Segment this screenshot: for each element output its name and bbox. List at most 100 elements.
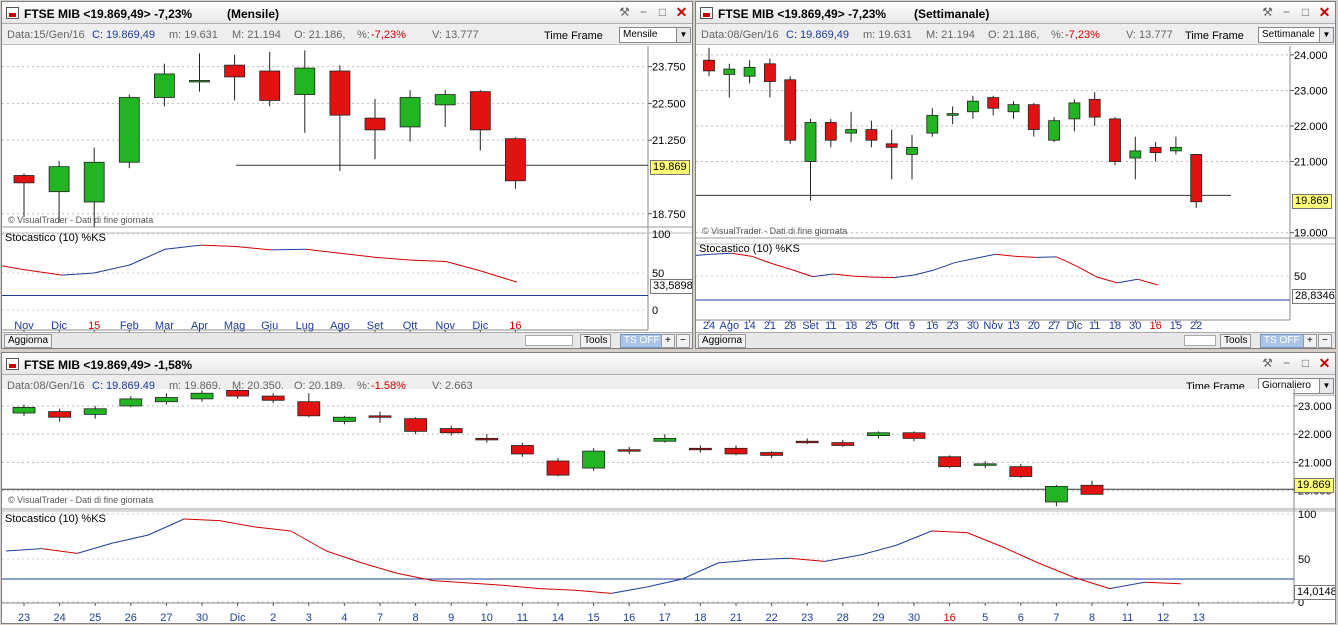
chart-canvas[interactable]: 24.000 23.000 22.000 21.000 19.000 50 24 Ago 14 2… xyxy=(696,2,1336,349)
chart-window-daily[interactable]: FTSE MIB <19.869,49> -1,58% ⚒ − □ ✕ Data… xyxy=(1,352,1336,624)
time-axis-label: 26 xyxy=(125,612,137,624)
time-axis-label: Ott xyxy=(884,320,899,332)
zoom-in-button[interactable]: + xyxy=(661,334,675,348)
candle-body xyxy=(297,401,321,417)
candle-body xyxy=(1048,120,1061,141)
time-axis-label: Lug xyxy=(296,320,314,332)
time-axis-label: 18 xyxy=(845,320,857,332)
time-axis-label: 30 xyxy=(908,612,920,624)
time-axis-label: 22 xyxy=(765,612,777,624)
zoom-out-button[interactable]: − xyxy=(676,334,690,348)
time-axis-label: 22 xyxy=(1190,320,1202,332)
candle-body xyxy=(1080,484,1104,495)
time-axis-label: Dic xyxy=(1066,320,1082,332)
stochastic-line-segment xyxy=(1002,546,1039,564)
stochastic-line-segment xyxy=(375,256,412,261)
time-axis-label: 27 xyxy=(1048,320,1060,332)
candle-body xyxy=(475,438,499,441)
candle-body xyxy=(332,416,356,422)
time-axis-label: 16 xyxy=(509,320,521,332)
horizontal-scrollbar[interactable] xyxy=(1184,335,1216,346)
time-axis-label: 21 xyxy=(730,612,742,624)
time-axis-label: 23 xyxy=(946,320,958,332)
candle-body xyxy=(434,94,456,106)
stochastic-line-segment xyxy=(93,264,131,274)
time-axis-label: 7 xyxy=(1053,612,1059,624)
stochastic-line-segment xyxy=(5,548,42,552)
chart-window-monthly[interactable]: FTSE MIB <19.869,49> -7,23% (Mensile) ⚒ … xyxy=(1,1,693,349)
time-axis-label: 11 xyxy=(1089,320,1100,332)
candle-body xyxy=(48,166,70,193)
refresh-button[interactable]: Aggiorna xyxy=(4,334,53,348)
stochastic-line-segment xyxy=(164,244,202,250)
stochastic-line-segment xyxy=(914,269,935,276)
stochastic-line-segment xyxy=(305,248,342,254)
stochastic-line-segment xyxy=(682,562,719,580)
time-axis-label: 7 xyxy=(377,612,383,624)
stochastic-line-segment xyxy=(235,246,272,251)
chart-canvas[interactable]: 23.00022.00021.00020.0001005002324252627… xyxy=(2,353,1336,624)
candle-body xyxy=(153,73,175,98)
price-axis-label: 18.750 xyxy=(652,209,686,221)
time-axis-label: 6 xyxy=(1018,612,1024,624)
ts-off-button[interactable]: TS OFF xyxy=(620,334,664,348)
stochastic-line-segment xyxy=(1076,265,1098,278)
candle-body xyxy=(118,97,140,163)
time-axis-label: 30 xyxy=(1129,320,1141,332)
stochastic-line-segment xyxy=(200,244,237,248)
candle-body xyxy=(261,395,285,401)
stochastic-axis-label: 100 xyxy=(652,229,670,241)
time-axis-label: 28 xyxy=(784,320,796,332)
ts-off-button[interactable]: TS OFF xyxy=(1260,334,1304,348)
zoom-in-button[interactable]: + xyxy=(1303,334,1317,348)
time-axis-label: 11 xyxy=(825,320,836,332)
time-axis-label: 27 xyxy=(160,612,172,624)
time-axis-label: 2 xyxy=(270,612,276,624)
chart-window-weekly[interactable]: FTSE MIB <19.869,49> -7,23% (Settimanale… xyxy=(695,1,1336,349)
stochastic-line-segment xyxy=(1015,255,1037,258)
candle-body xyxy=(906,146,918,155)
stochastic-line-segment xyxy=(361,562,398,574)
stochastic-line-segment xyxy=(967,532,1003,548)
bottom-toolbar: Aggiorna Tools TS OFF + − xyxy=(2,332,692,348)
time-axis-label: 16 xyxy=(1149,320,1161,332)
stochastic-line-segment xyxy=(995,253,1016,257)
candle-body xyxy=(190,392,214,400)
candle-body xyxy=(1149,146,1162,154)
stochastic-line-segment xyxy=(255,526,291,532)
tools-button[interactable]: Tools xyxy=(580,334,612,348)
stochastic-line-segment xyxy=(112,534,149,544)
time-axis-label: 24 xyxy=(703,320,715,332)
time-axis-label: 29 xyxy=(872,612,884,624)
tools-button[interactable]: Tools xyxy=(1220,334,1252,348)
zoom-out-button[interactable]: − xyxy=(1318,334,1332,348)
horizontal-scrollbar[interactable] xyxy=(525,335,573,346)
price-axis-label: 23.000 xyxy=(1294,85,1328,97)
candle-body xyxy=(703,59,715,72)
candle-body xyxy=(189,80,210,83)
stochastic-line-segment xyxy=(41,548,78,554)
time-axis-label: 4 xyxy=(341,612,347,624)
stochastic-label: Stocastico (10) %KS xyxy=(5,513,106,525)
candle-body xyxy=(1009,466,1033,477)
candle-body xyxy=(226,390,250,397)
time-axis-label: 30 xyxy=(967,320,979,332)
stochastic-axis-label: 100 xyxy=(1298,509,1316,521)
stochastic-value-badge: 14,0148 xyxy=(1294,585,1335,600)
stochastic-axis-label: 50 xyxy=(1294,271,1306,283)
stochastic-line-segment xyxy=(1036,256,1057,258)
refresh-button[interactable]: Aggiorna xyxy=(698,334,747,348)
stochastic-line-segment xyxy=(468,582,505,586)
candle-body xyxy=(653,438,677,442)
stochastic-line-segment xyxy=(895,530,932,546)
candle-body xyxy=(504,138,526,182)
time-axis-label: Set xyxy=(802,320,819,332)
last-price-badge: 19.869 xyxy=(650,160,690,175)
price-axis-label: 23.750 xyxy=(652,62,686,74)
time-axis-label: 14 xyxy=(743,320,755,332)
time-axis-label: 16 xyxy=(926,320,938,332)
candle-body xyxy=(329,70,351,116)
last-price-badge: 19.869 xyxy=(1294,478,1334,493)
candle-body xyxy=(546,460,570,476)
chart-canvas[interactable]: 23.75022.50021.25018.750100500Nov Dic 15 Fe… xyxy=(2,2,693,349)
